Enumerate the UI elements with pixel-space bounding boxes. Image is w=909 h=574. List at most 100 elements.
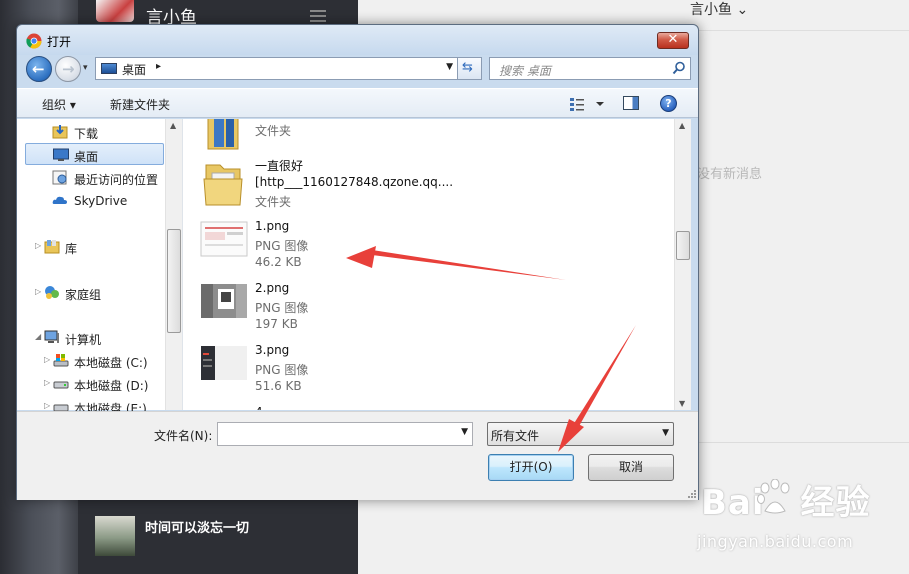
chat-item-avatar[interactable] xyxy=(95,516,135,556)
no-messages-text: 没有新消息 xyxy=(697,167,763,182)
forward-button[interactable]: → xyxy=(55,56,81,82)
list-item[interactable]: 3.png PNG 图像 51.6 KB xyxy=(200,343,650,403)
nav-item-label: 桌面 xyxy=(74,150,99,164)
address-bar[interactable]: 桌面 ▸ ▼ xyxy=(95,57,458,80)
close-icon: ✕ xyxy=(667,32,679,47)
download-folder-icon xyxy=(52,124,68,139)
nav-item-label: 本地磁盘 (C:) xyxy=(74,356,148,370)
nav-item-label: 最近访问的位置 xyxy=(74,173,159,187)
file-type: PNG 图像 xyxy=(255,363,309,377)
nav-item-recent-places[interactable]: 最近访问的位置 xyxy=(17,167,177,189)
nav-item-drive-d[interactable]: ▷ 本地磁盘 (D:) xyxy=(17,373,177,395)
search-icon[interactable] xyxy=(672,61,686,75)
list-item[interactable]: 2.png PNG 图像 197 KB xyxy=(200,281,650,341)
menu-icon[interactable] xyxy=(310,10,334,22)
nav-item-label: 下载 xyxy=(74,127,99,141)
nav-item-computer[interactable]: ◢ 计算机 xyxy=(17,327,177,349)
open-button[interactable]: 打开(O) xyxy=(488,454,574,481)
nav-item-downloads[interactable]: 下载 xyxy=(17,121,177,143)
nav-item-label: 家庭组 xyxy=(65,288,102,302)
top-user-dropdown[interactable]: 言小鱼 ⌄ xyxy=(690,0,748,19)
file-name: 4 xyxy=(255,405,263,410)
nav-scrollbar[interactable]: ▲ xyxy=(165,119,182,410)
expand-icon[interactable]: ▷ xyxy=(44,378,50,387)
dialog-title: 打开 xyxy=(47,35,72,49)
help-icon[interactable]: ? xyxy=(660,95,677,112)
library-icon xyxy=(44,239,60,254)
user-avatar[interactable] xyxy=(96,0,134,22)
file-list: 文件夹 一直很好 [http___1160127848.qzone.qq....… xyxy=(183,119,678,410)
collapse-icon[interactable]: ◢ xyxy=(35,332,41,341)
organize-menu[interactable]: 组织 ▾ xyxy=(42,96,76,113)
image-thumbnail xyxy=(200,221,248,257)
dialog-titlebar[interactable]: 打开 ✕ xyxy=(17,25,698,55)
chrome-icon xyxy=(26,33,42,49)
recent-locations-dropdown[interactable]: ▾ xyxy=(83,63,88,73)
expand-icon[interactable]: ▷ xyxy=(35,287,41,296)
command-toolbar: 组织 ▾ 新建文件夹 ? xyxy=(17,88,698,118)
file-type: PNG 图像 xyxy=(255,301,309,315)
expand-icon[interactable]: ▷ xyxy=(44,401,50,410)
resize-grip-icon[interactable] xyxy=(686,488,696,498)
close-button[interactable]: ✕ xyxy=(657,32,689,49)
cancel-button[interactable]: 取消 xyxy=(588,454,674,481)
breadcrumb-arrow-icon[interactable]: ▸ xyxy=(156,61,161,72)
nav-item-desktop[interactable]: 桌面 xyxy=(25,143,164,165)
skydrive-icon xyxy=(52,193,68,208)
drive-icon xyxy=(53,376,69,391)
new-folder-button[interactable]: 新建文件夹 xyxy=(110,96,170,113)
drive-c-icon xyxy=(53,353,69,368)
folder-icon xyxy=(207,119,239,150)
back-arrow-icon: ← xyxy=(32,60,45,78)
expand-icon[interactable]: ▷ xyxy=(44,355,50,364)
list-item[interactable]: 1.png PNG 图像 46.2 KB xyxy=(200,219,650,279)
nav-item-skydrive[interactable]: SkyDrive xyxy=(17,190,177,212)
back-button[interactable]: ← xyxy=(26,56,52,82)
change-view-icon[interactable] xyxy=(569,96,609,112)
watermark-url: jingyan.baidu.com xyxy=(697,532,854,551)
filename-dropdown-icon[interactable]: ▼ xyxy=(461,427,468,437)
nav-item-label: 计算机 xyxy=(65,333,102,347)
nav-item-label: 本地磁盘 (D:) xyxy=(74,379,149,393)
file-type: 文件夹 xyxy=(255,195,292,209)
chevron-down-icon: ▼ xyxy=(662,428,669,438)
nav-item-drive-c[interactable]: ▷ 本地磁盘 (C:) xyxy=(17,350,177,372)
nav-item-libraries[interactable]: ▷ 库 xyxy=(17,236,177,258)
nav-item-homegroup[interactable]: ▷ 家庭组 xyxy=(17,282,177,304)
expand-icon[interactable]: ▷ xyxy=(35,241,41,250)
nav-item-label: SkyDrive xyxy=(74,194,128,208)
chat-item-title[interactable]: 时间可以淡忘一切 xyxy=(145,517,249,536)
file-type-value: 所有文件 xyxy=(491,429,540,443)
nav-item-label: 库 xyxy=(65,242,78,256)
baidu-paw-icon xyxy=(757,479,790,514)
file-name-line2: [http___1160127848.qzone.qq.... xyxy=(255,175,454,189)
file-list-scrollbar[interactable]: ▲ ▼ xyxy=(674,119,691,410)
computer-icon xyxy=(44,330,60,345)
navigation-pane: 下载 桌面 最近访问的位置 SkyDrive ▷ 库 ▷ 家庭组 ◢ 计算机 ▷… xyxy=(17,119,183,416)
homegroup-icon xyxy=(44,285,60,300)
folder-icon xyxy=(203,164,243,206)
list-item[interactable]: 一直很好 [http___1160127848.qzone.qq.... 文件夹 xyxy=(200,157,650,217)
file-type-select[interactable]: 所有文件 ▼ xyxy=(487,422,674,446)
desktop-icon xyxy=(53,147,69,162)
file-type: 文件夹 xyxy=(255,124,292,138)
address-dropdown-icon[interactable]: ▼ xyxy=(446,62,453,72)
preview-pane-icon[interactable] xyxy=(623,96,639,110)
recent-places-icon xyxy=(52,170,68,185)
address-location[interactable]: 桌面 xyxy=(122,61,146,78)
filename-input[interactable]: ▼ xyxy=(217,422,473,446)
filename-label: 文件名(N): xyxy=(154,429,213,443)
scroll-up-icon[interactable]: ▲ xyxy=(679,121,685,130)
refresh-button[interactable]: ⇆ xyxy=(458,57,482,80)
list-item[interactable]: 4 xyxy=(200,405,650,410)
nav-scrollbar-thumb[interactable] xyxy=(167,229,181,333)
file-name: 2.png xyxy=(255,281,290,295)
scroll-down-icon[interactable]: ▼ xyxy=(679,399,685,408)
scroll-up-icon[interactable]: ▲ xyxy=(170,121,176,130)
baidu-jingyan-watermark: Bai 经验 jingyan.baidu.com xyxy=(697,475,909,574)
search-input[interactable]: 搜索 桌面 xyxy=(489,57,691,80)
file-list-scrollbar-thumb[interactable] xyxy=(676,231,690,260)
desktop-icon xyxy=(101,63,117,74)
file-name: 一直很好 xyxy=(255,159,304,173)
forward-arrow-icon: → xyxy=(62,60,75,78)
